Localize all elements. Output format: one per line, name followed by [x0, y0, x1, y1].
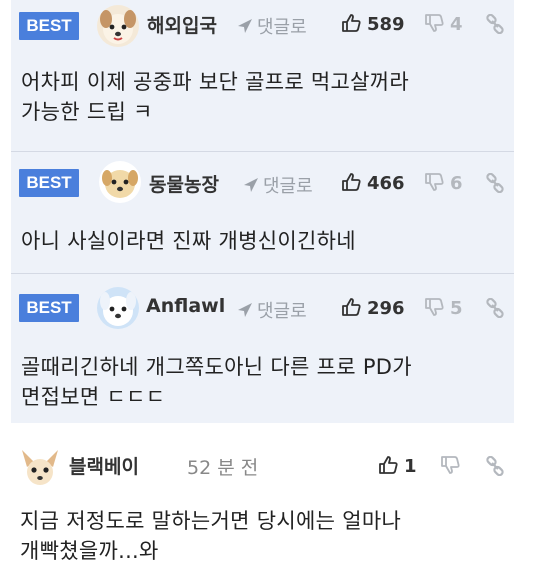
reply-arrow-icon [238, 303, 252, 317]
reply-button[interactable]: 댓글로 [237, 297, 307, 323]
link-icon[interactable] [485, 173, 505, 193]
reply-arrow-icon [238, 19, 252, 33]
thumbs-down-icon [425, 14, 444, 32]
reply-button[interactable]: 댓글로 [237, 13, 307, 39]
reply-arrow-icon [244, 178, 258, 192]
best-comment-1: BEST 해외입국 댓글로 589 4 어차피 이제 공중파 보단 골프로 먹고… [11, 0, 514, 151]
thumbs-up-icon [342, 14, 361, 32]
comment-header: BEST 동물농장 댓글로 466 6 [11, 152, 514, 203]
nickname[interactable]: 블랙베이 [69, 452, 179, 479]
downvote-button[interactable]: 5 [424, 297, 463, 319]
thumbs-down-icon [425, 298, 444, 316]
reply-button[interactable]: 댓글로 [243, 172, 313, 198]
thumbs-down-icon [425, 173, 444, 191]
comment-time: 52 분 전 [187, 457, 259, 479]
reply-label: 댓글로 [263, 176, 313, 197]
comment-line: 골때리긴하네 개그쪽도아닌 다른 프로 PD가 [21, 355, 412, 379]
comment-text: 아니 사실이라면 진짜 개병신이긴하네 [21, 226, 502, 256]
avatar[interactable] [99, 161, 141, 203]
upvote-count: 466 [367, 173, 405, 194]
avatar[interactable] [97, 287, 139, 329]
best-comment-2: BEST 동물농장 댓글로 466 6 아니 사실이라면 진짜 개병신이긴하네 [11, 151, 514, 274]
comment-text: 골때리긴하네 개그쪽도아닌 다른 프로 PD가 면접보면 ㄷㄷㄷ [21, 352, 502, 412]
comment-text: 지금 저정도로 말하는거면 당시에는 얼마나 개빡쳤을까...와 [20, 506, 532, 566]
link-icon[interactable] [485, 456, 505, 476]
best-badge: BEST [19, 12, 79, 40]
downvote-button[interactable] [440, 455, 466, 477]
link-icon[interactable] [485, 298, 505, 318]
link-icon[interactable] [485, 14, 505, 34]
comment-4: 블랙베이 52 분 전 1 지금 저정도로 말하는거면 당시에는 얼마나 개빡쳤… [0, 423, 544, 577]
upvote-button[interactable]: 296 [341, 297, 405, 319]
nickname[interactable]: 동물농장 [149, 170, 237, 197]
thumbs-up-icon [342, 298, 361, 316]
comment-line: 어차피 이제 공중파 보단 골프로 먹고살꺼라 [21, 70, 410, 94]
downvote-count: 5 [450, 298, 463, 319]
downvote-count: 6 [450, 173, 463, 194]
best-badge: BEST [19, 169, 79, 197]
reply-label: 댓글로 [257, 17, 307, 38]
comment-line: 가능한 드립 ㅋ [21, 100, 153, 124]
upvote-count: 1 [404, 456, 417, 477]
upvote-count: 296 [367, 298, 405, 319]
avatar[interactable] [97, 5, 139, 47]
comment-header: BEST Anflawl 댓글로 296 5 [11, 274, 514, 329]
downvote-count: 4 [450, 14, 463, 35]
upvote-button[interactable]: 1 [378, 455, 417, 477]
avatar[interactable] [19, 447, 61, 489]
comment-line: 지금 저정도로 말하는거면 당시에는 얼마나 [20, 509, 402, 533]
downvote-button[interactable]: 6 [424, 172, 463, 194]
nickname[interactable]: 해외입국 [147, 11, 235, 38]
nickname[interactable]: Anflawl [146, 295, 234, 317]
comment-text: 어차피 이제 공중파 보단 골프로 먹고살꺼라 가능한 드립 ㅋ [21, 67, 502, 127]
downvote-button[interactable]: 4 [424, 13, 463, 35]
comment-line: 아니 사실이라면 진짜 개병신이긴하네 [21, 229, 356, 253]
best-badge: BEST [19, 294, 79, 322]
thumbs-down-icon [441, 456, 460, 474]
best-comment-3: BEST Anflawl 댓글로 296 5 골때리긴하네 개그쪽도아닌 다른 … [11, 273, 514, 424]
thumbs-up-icon [379, 456, 398, 474]
comment-line: 면접보면 ㄷㄷㄷ [21, 385, 166, 409]
comment-header: 블랙베이 52 분 전 1 [0, 423, 544, 489]
upvote-count: 589 [367, 14, 405, 35]
comment-header: BEST 해외입국 댓글로 589 4 [11, 0, 514, 50]
upvote-button[interactable]: 589 [341, 13, 405, 35]
comment-line: 개빡쳤을까...와 [20, 539, 159, 563]
thumbs-up-icon [342, 173, 361, 191]
upvote-button[interactable]: 466 [341, 172, 405, 194]
reply-label: 댓글로 [257, 301, 307, 322]
